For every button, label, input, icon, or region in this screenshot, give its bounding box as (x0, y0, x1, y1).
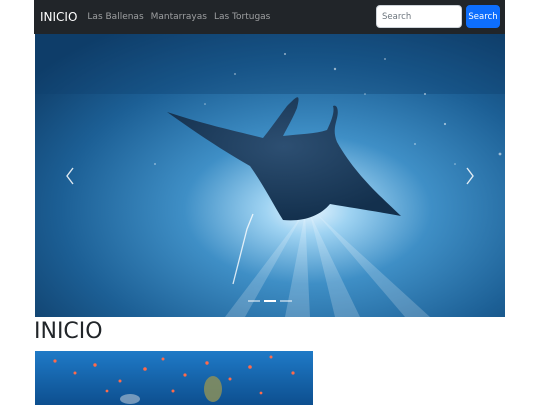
carousel-indicator[interactable] (280, 300, 292, 302)
chevron-right-icon (466, 167, 474, 184)
carousel-indicator[interactable] (248, 300, 260, 302)
carousel-prev-button[interactable] (35, 34, 105, 317)
carousel-indicators (35, 300, 505, 302)
chevron-left-icon (66, 167, 74, 184)
carousel-next-button[interactable] (435, 34, 505, 317)
brand-link[interactable]: INICIO (40, 10, 77, 24)
carousel-indicator-active[interactable] (264, 300, 276, 302)
search-form: Search (376, 5, 500, 28)
search-input[interactable] (376, 5, 462, 28)
nav-link-ballenas[interactable]: Las Ballenas (87, 12, 143, 22)
nav-link-mantarrayas[interactable]: Mantarrayas (151, 12, 207, 22)
coral-reef-image (35, 351, 313, 405)
navbar: INICIO Las Ballenas Mantarrayas Las Tort… (34, 0, 505, 34)
page-heading: INICIO (34, 319, 103, 344)
nav-link-tortugas[interactable]: Las Tortugas (214, 12, 270, 22)
coral-reef-image (35, 351, 313, 405)
image-carousel (35, 34, 505, 317)
search-button[interactable]: Search (466, 5, 500, 28)
